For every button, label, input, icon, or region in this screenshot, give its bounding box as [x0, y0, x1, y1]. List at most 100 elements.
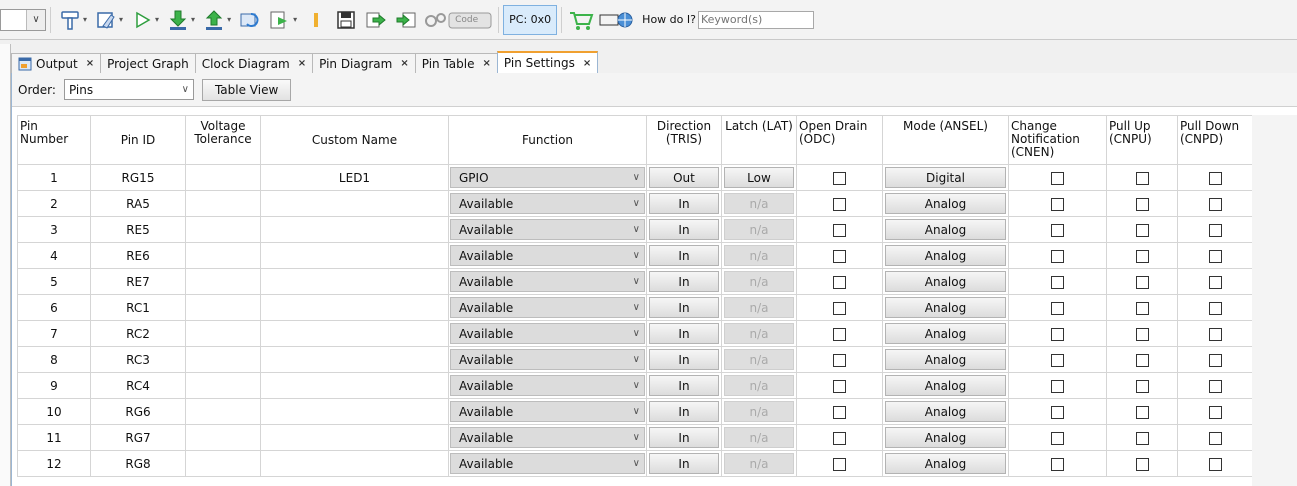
pull-down-checkbox[interactable]: [1208, 197, 1222, 211]
pull-down-checkbox[interactable]: [1208, 405, 1222, 419]
direction-button[interactable]: In: [649, 245, 719, 266]
dropdown-arrow-icon[interactable]: ▾: [293, 15, 297, 24]
open-drain-checkbox[interactable]: [833, 457, 846, 471]
pull-down-checkbox[interactable]: [1208, 431, 1222, 445]
pull-down-checkbox[interactable]: [1208, 327, 1222, 341]
tab-pin-table[interactable]: Pin Table ×: [414, 53, 498, 73]
pull-up-checkbox[interactable]: [1135, 379, 1149, 393]
column-header[interactable]: Change Notification (CNEN): [1008, 115, 1107, 165]
function-select[interactable]: GPIO ∨: [450, 167, 645, 188]
mode-button[interactable]: Analog: [885, 245, 1006, 266]
column-header[interactable]: Custom Name: [260, 115, 449, 165]
change-notification-checkbox[interactable]: [1051, 327, 1064, 341]
mode-button[interactable]: Analog: [885, 323, 1006, 344]
order-select[interactable]: Pins ∨: [63, 79, 194, 100]
tab-project-graph[interactable]: Project Graph: [100, 53, 196, 73]
custom-name-cell[interactable]: [260, 190, 449, 217]
column-header[interactable]: Function: [448, 115, 647, 165]
close-icon[interactable]: ×: [583, 58, 591, 69]
function-select[interactable]: Available ∨: [450, 349, 645, 370]
custom-name-cell[interactable]: [260, 398, 449, 425]
column-header[interactable]: Latch (LAT): [721, 115, 797, 165]
tab-clock-diagram[interactable]: Clock Diagram ×: [194, 53, 314, 73]
pull-down-checkbox[interactable]: [1208, 171, 1222, 185]
pull-up-checkbox[interactable]: [1135, 405, 1149, 419]
column-header[interactable]: Pin ID: [90, 115, 186, 165]
function-select[interactable]: Available ∨: [450, 193, 645, 214]
open-drain-checkbox[interactable]: [833, 327, 846, 341]
direction-button[interactable]: In: [649, 349, 719, 370]
change-notification-checkbox[interactable]: [1051, 197, 1064, 211]
custom-name-cell[interactable]: [260, 242, 449, 269]
latch-button[interactable]: Low: [724, 167, 794, 188]
change-notification-checkbox[interactable]: [1051, 405, 1064, 419]
open-drain-checkbox[interactable]: [833, 353, 846, 367]
open-drain-checkbox[interactable]: [833, 249, 846, 263]
function-select[interactable]: Available ∨: [450, 401, 645, 422]
function-select[interactable]: Available ∨: [450, 219, 645, 240]
function-select[interactable]: Available ∨: [450, 375, 645, 396]
column-header[interactable]: Direction (TRIS): [646, 115, 722, 165]
open-drain-checkbox[interactable]: [833, 275, 846, 289]
close-icon[interactable]: ×: [86, 58, 94, 69]
custom-name-cell[interactable]: [260, 320, 449, 347]
read-device-button[interactable]: ▾: [201, 6, 233, 34]
save-button[interactable]: [333, 6, 359, 34]
configuration-combo[interactable]: ∨: [0, 8, 46, 31]
mode-button[interactable]: Analog: [885, 427, 1006, 448]
column-header[interactable]: Voltage Tolerance: [185, 115, 261, 165]
dropdown-arrow-icon[interactable]: ▾: [119, 15, 123, 24]
pull-down-checkbox[interactable]: [1208, 249, 1222, 263]
pull-down-checkbox[interactable]: [1208, 379, 1222, 393]
direction-button[interactable]: In: [649, 427, 719, 448]
mode-button[interactable]: Analog: [885, 219, 1006, 240]
direction-button[interactable]: In: [649, 401, 719, 422]
change-notification-checkbox[interactable]: [1051, 379, 1064, 393]
column-header[interactable]: Open Drain (ODC): [796, 115, 883, 165]
pull-down-checkbox[interactable]: [1208, 301, 1222, 315]
pull-up-checkbox[interactable]: [1135, 249, 1149, 263]
custom-name-cell[interactable]: [260, 216, 449, 243]
function-select[interactable]: Available ∨: [450, 427, 645, 448]
run-button[interactable]: ▾: [129, 6, 161, 34]
tab-pin-diagram[interactable]: Pin Diagram ×: [312, 53, 416, 73]
custom-name-cell[interactable]: [260, 424, 449, 451]
change-notification-checkbox[interactable]: [1051, 431, 1064, 445]
open-drain-checkbox[interactable]: [833, 405, 846, 419]
change-notification-checkbox[interactable]: [1051, 353, 1064, 367]
shopping-cart-button[interactable]: [568, 6, 594, 34]
export-button[interactable]: [363, 6, 389, 34]
direction-button[interactable]: In: [649, 297, 719, 318]
mode-button[interactable]: Analog: [885, 297, 1006, 318]
column-header[interactable]: Pin Number: [17, 115, 91, 165]
open-drain-checkbox[interactable]: [833, 171, 846, 185]
reset-button[interactable]: [237, 6, 263, 34]
chevron-down-icon[interactable]: ∨: [26, 9, 45, 30]
pull-up-checkbox[interactable]: [1135, 275, 1149, 289]
change-notification-checkbox[interactable]: [1051, 249, 1064, 263]
direction-button[interactable]: Out: [649, 167, 719, 188]
keyword-search-input[interactable]: [697, 10, 814, 29]
mode-button[interactable]: Analog: [885, 271, 1006, 292]
custom-name-cell[interactable]: [260, 294, 449, 321]
import-button[interactable]: [393, 6, 419, 34]
function-select[interactable]: Available ∨: [450, 297, 645, 318]
build-button[interactable]: ▾: [57, 6, 89, 34]
table-view-button[interactable]: Table View: [201, 78, 292, 101]
custom-name-cell[interactable]: [260, 372, 449, 399]
pull-up-checkbox[interactable]: [1135, 353, 1149, 367]
open-drain-checkbox[interactable]: [833, 197, 846, 211]
pull-down-checkbox[interactable]: [1208, 457, 1222, 471]
column-header[interactable]: Mode (ANSEL): [882, 115, 1009, 165]
tab-pin-settings[interactable]: Pin Settings ×: [496, 51, 599, 73]
custom-name-cell[interactable]: [260, 450, 449, 477]
pull-up-checkbox[interactable]: [1135, 171, 1149, 185]
change-notification-checkbox[interactable]: [1051, 457, 1064, 471]
mode-button[interactable]: Analog: [885, 349, 1006, 370]
custom-name-cell[interactable]: [260, 346, 449, 373]
change-notification-checkbox[interactable]: [1051, 301, 1064, 315]
direction-button[interactable]: In: [649, 453, 719, 474]
mode-button[interactable]: Analog: [885, 193, 1006, 214]
close-icon[interactable]: ×: [400, 58, 408, 69]
change-notification-checkbox[interactable]: [1051, 275, 1064, 289]
